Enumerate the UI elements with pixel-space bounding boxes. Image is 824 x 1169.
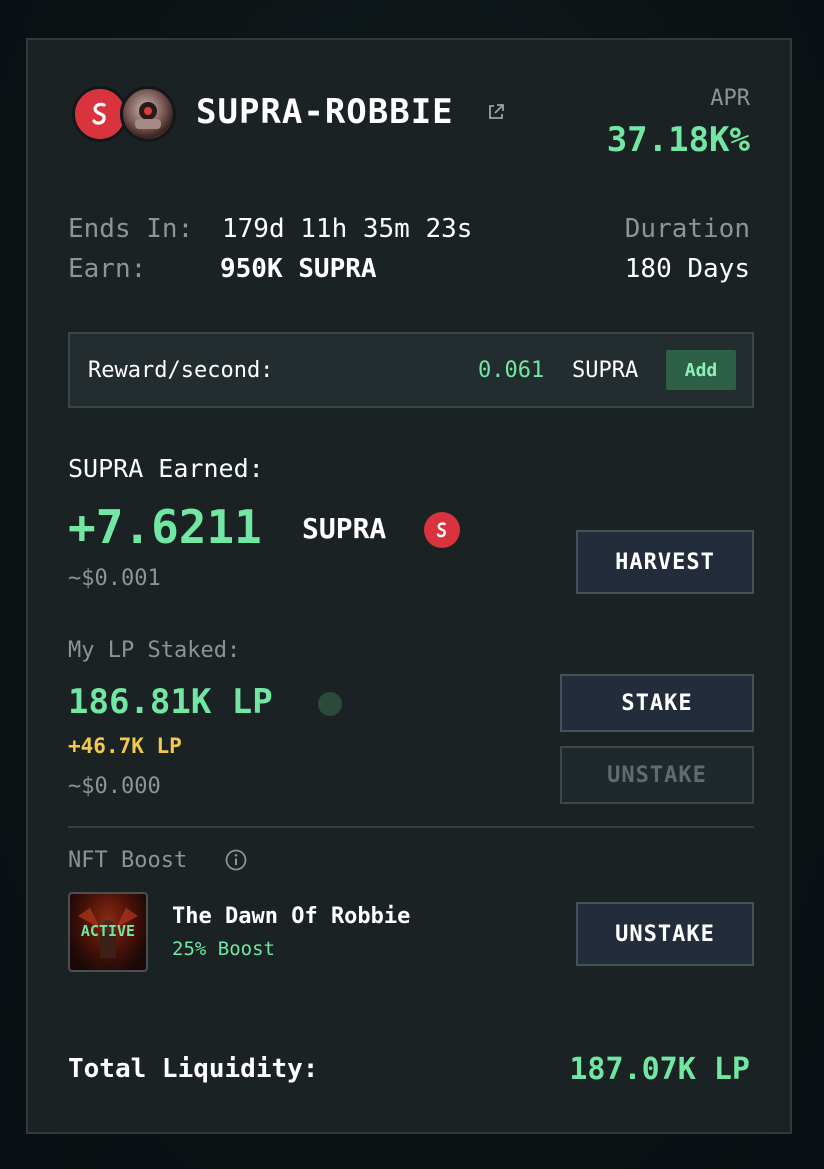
token-pair-logos (72, 86, 180, 142)
unstake-lp-button[interactable]: UNSTAKE (560, 746, 754, 804)
earned-amount: +7.6211 (68, 500, 262, 554)
unstake-nft-button[interactable]: UNSTAKE (576, 902, 754, 966)
supra-token-icon (424, 512, 460, 548)
lp-staked-amount: 186.81K LP (68, 682, 273, 722)
reward-rate-label: Reward/second: (88, 358, 274, 383)
reward-rate-unit: SUPRA (572, 358, 639, 383)
section-divider (68, 826, 754, 828)
earn-value: 950K SUPRA (220, 254, 377, 284)
stake-button[interactable]: STAKE (560, 674, 754, 732)
duration-value: 180 Days (624, 254, 750, 284)
total-liquidity-value: 187.07K LP (569, 1052, 750, 1087)
status-dot-icon (318, 692, 342, 716)
ends-in-label: Ends In: (68, 214, 194, 244)
pool-title: SUPRA-ROBBIE (196, 92, 454, 132)
nft-name: The Dawn Of Robbie (172, 904, 411, 929)
ends-in-value: 179d 11h 35m 23s (222, 214, 473, 244)
farm-card: SUPRA-ROBBIE APR 37.18K% Ends In: 179d 1… (26, 38, 792, 1134)
harvest-button[interactable]: HARVEST (576, 530, 754, 594)
total-liquidity-label: Total Liquidity: (68, 1054, 319, 1084)
nft-thumbnail: ACTIVE (68, 892, 148, 972)
earned-unit: SUPRA (302, 512, 387, 545)
earned-usd: ~$0.001 (68, 566, 161, 591)
reward-rate-box: Reward/second: 0.061 SUPRA Add (68, 332, 754, 408)
duration-label: Duration (624, 214, 750, 244)
add-reward-button[interactable]: Add (666, 350, 736, 390)
apr-label: APR (710, 86, 750, 111)
info-icon[interactable] (224, 848, 248, 872)
reward-rate-value: 0.061 (478, 358, 545, 383)
lp-staked-label: My LP Staked: (68, 638, 241, 663)
lp-bonus-amount: +46.7K LP (68, 734, 182, 758)
earn-label: Earn: (68, 254, 147, 284)
external-link-icon[interactable] (486, 102, 506, 122)
nft-boost-value: 25% Boost (172, 938, 275, 960)
apr-value: 37.18K% (606, 120, 750, 160)
nft-active-badge: ACTIVE (80, 922, 136, 940)
nft-boost-label: NFT Boost (68, 848, 188, 873)
earned-label: SUPRA Earned: (68, 454, 264, 483)
robbie-logo-icon (120, 86, 176, 142)
lp-staked-usd: ~$0.000 (68, 774, 161, 799)
page: SUPRA-ROBBIE APR 37.18K% Ends In: 179d 1… (0, 0, 824, 1169)
